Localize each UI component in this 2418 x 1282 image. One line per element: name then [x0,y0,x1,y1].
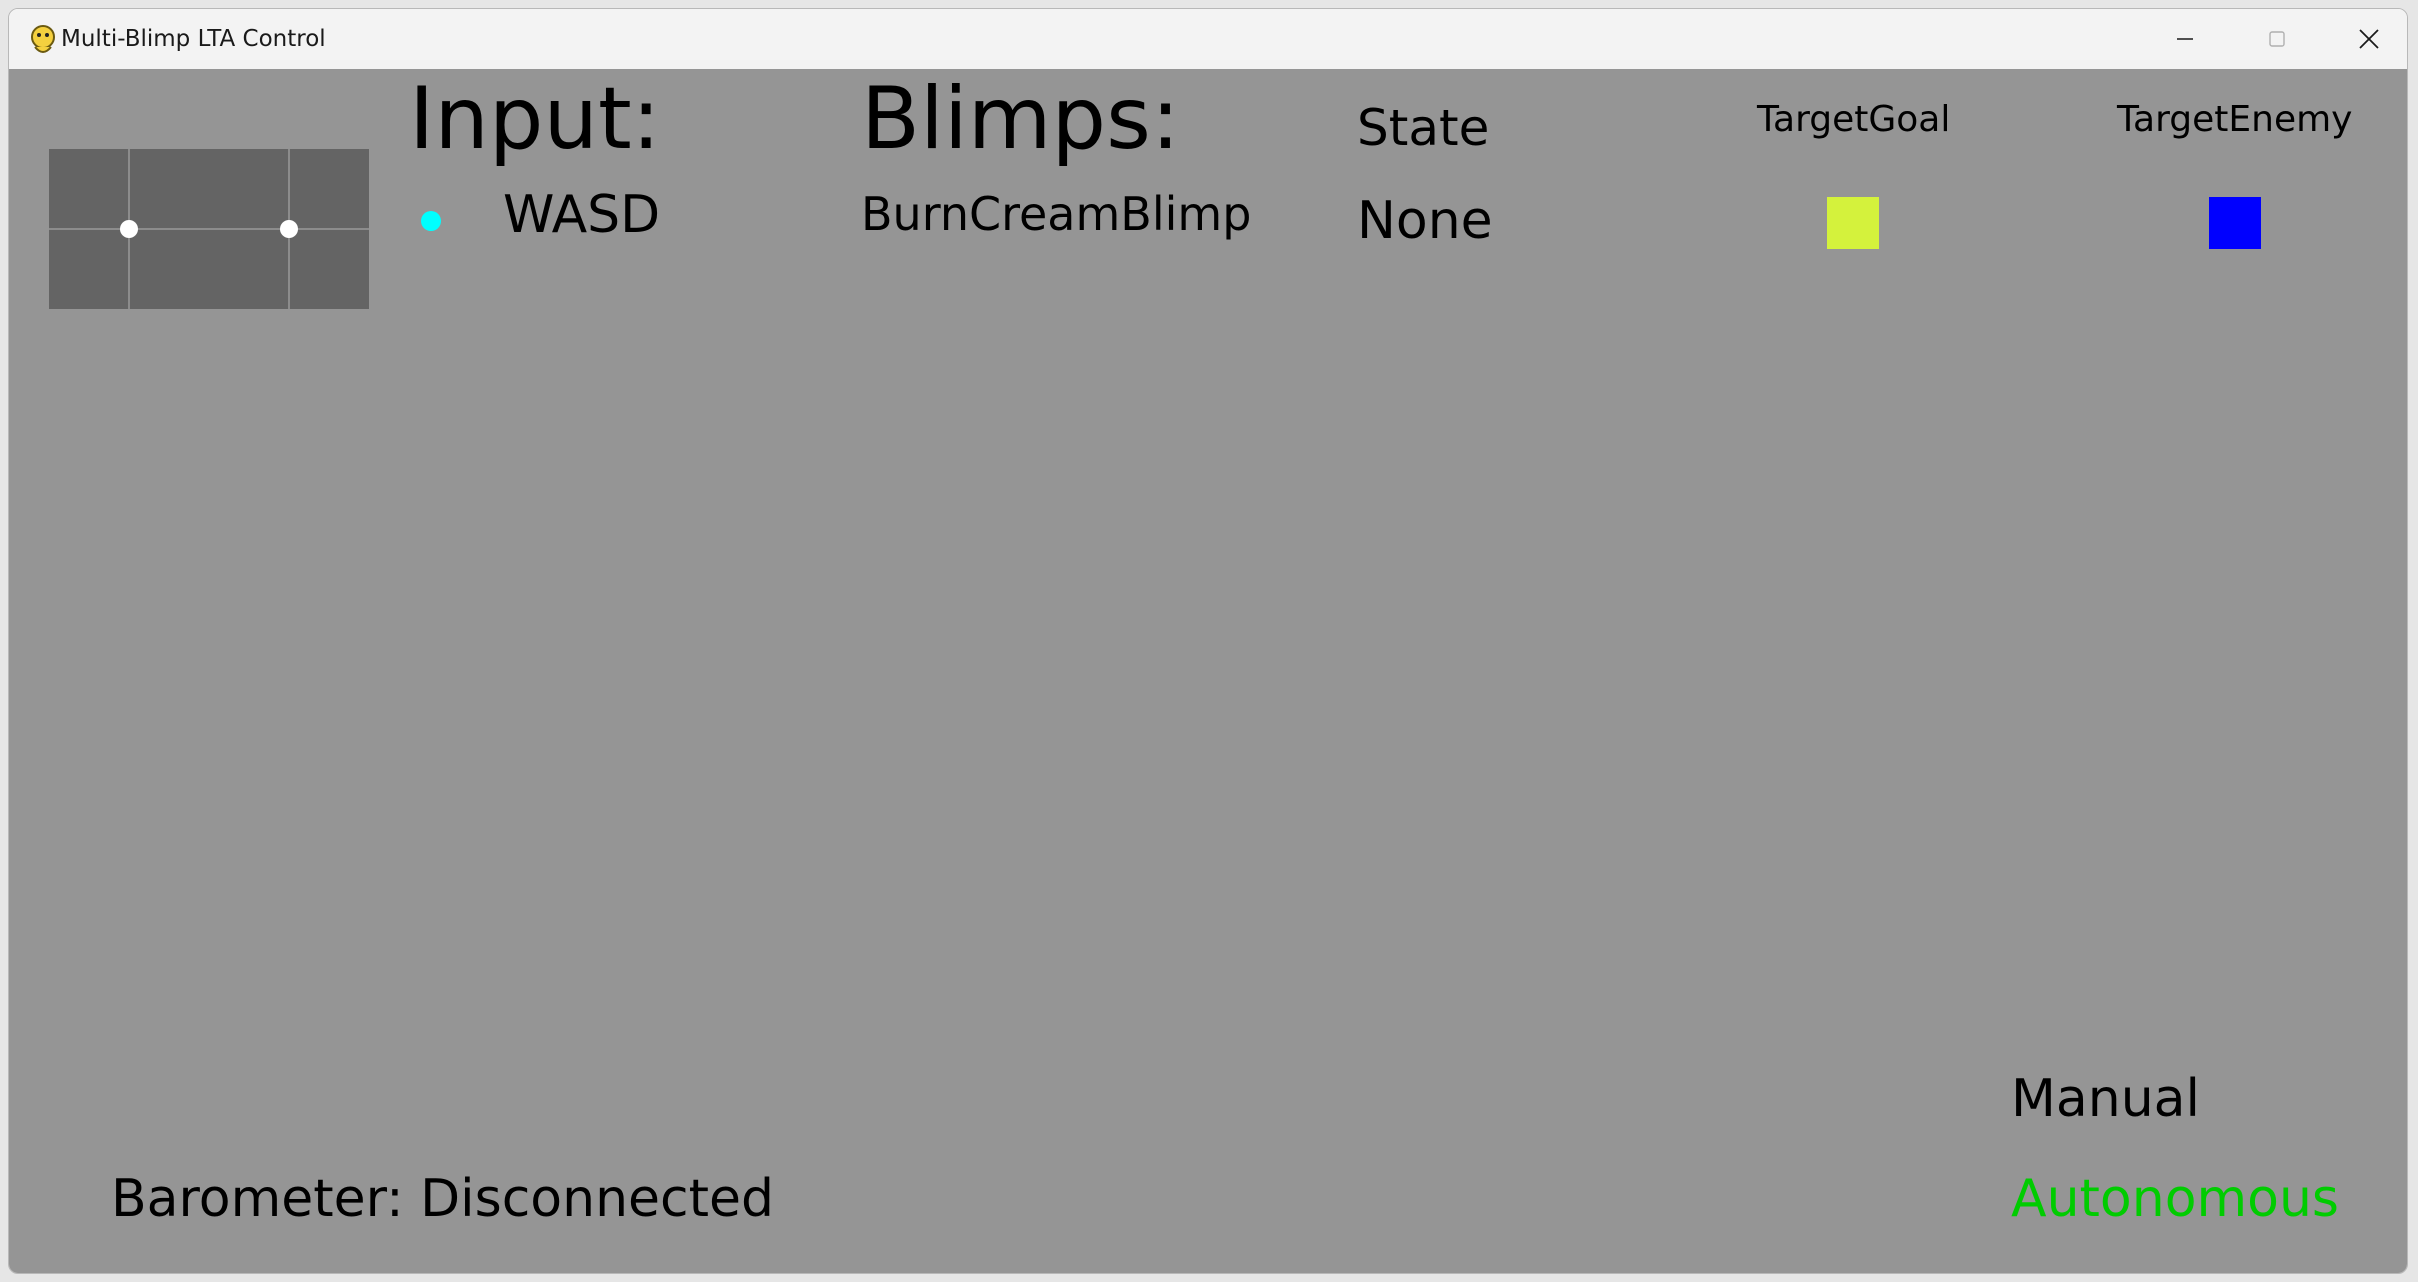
close-button[interactable] [2323,9,2407,69]
minimize-icon [2177,38,2193,40]
left-stick-dot [120,220,138,238]
mode-autonomous[interactable]: Autonomous [2011,1169,2339,1229]
app-window: Multi-Blimp LTA Control Input: WASD Blim… [8,8,2408,1274]
input-item-wasd[interactable]: WASD [503,185,660,245]
maximize-icon [2269,31,2285,47]
right-stick-dot [280,220,298,238]
title-bar[interactable]: Multi-Blimp LTA Control [9,9,2407,69]
maximize-button[interactable] [2231,9,2323,69]
window-title: Multi-Blimp LTA Control [61,26,326,52]
targetenemy-column-header: TargetEnemy [2117,99,2353,140]
blimps-heading: Blimps: [861,69,1180,169]
target-goal-color-swatch[interactable] [1827,197,1879,249]
state-column-header: State [1357,99,1490,157]
joystick-visualizer [49,149,369,309]
close-icon [2359,29,2379,49]
python-snake-icon [31,25,55,53]
input-heading: Input: [409,69,661,169]
minimize-button[interactable] [2139,9,2231,69]
target-enemy-color-swatch[interactable] [2209,197,2261,249]
targetgoal-column-header: TargetGoal [1757,99,1951,140]
blimp-name[interactable]: BurnCreamBlimp [861,187,1251,241]
main-canvas: Input: WASD Blimps: State TargetGoal Tar… [9,69,2407,1273]
mode-manual[interactable]: Manual [2011,1069,2200,1129]
input-active-indicator [421,211,441,231]
barometer-status: Barometer: Disconnected [111,1169,774,1229]
blimp-state: None [1357,191,1493,251]
